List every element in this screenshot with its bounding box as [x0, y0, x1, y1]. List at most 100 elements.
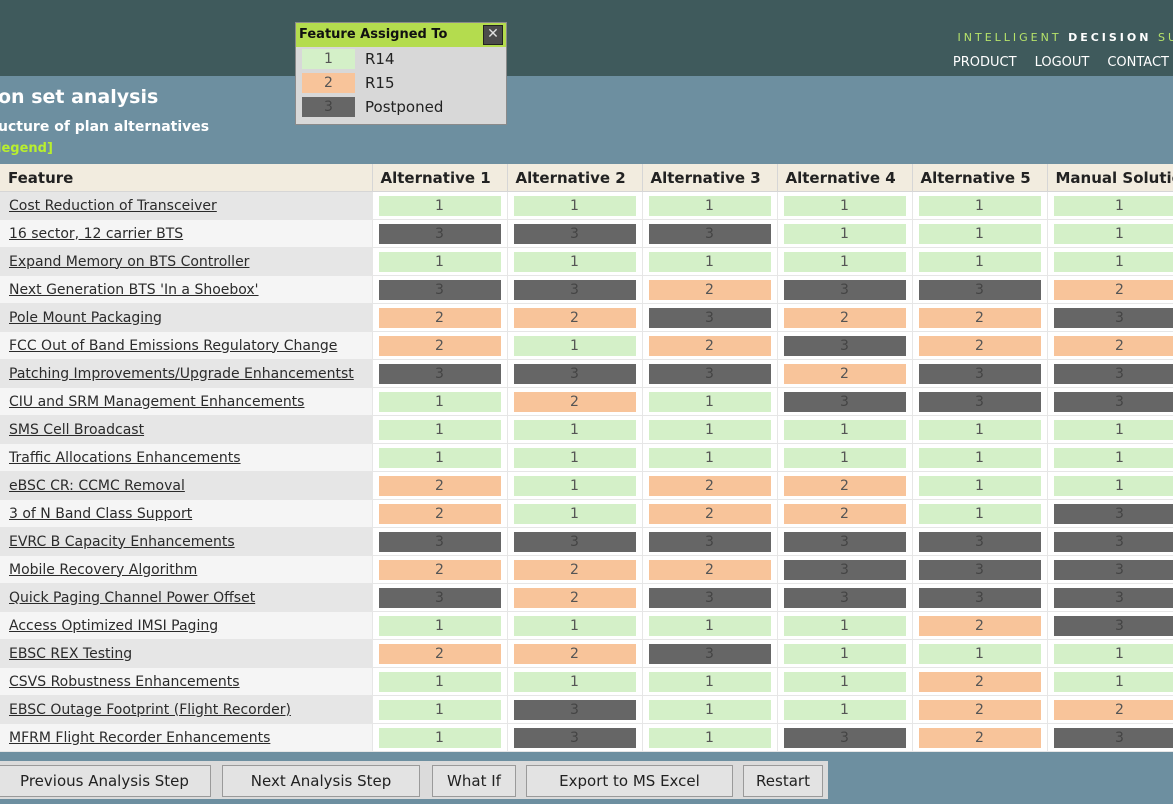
assignment-value[interactable]: 3	[648, 531, 771, 552]
assignment-value[interactable]: 1	[918, 447, 1041, 468]
assignment-value[interactable]: 2	[378, 559, 501, 580]
assignment-value[interactable]: 3	[918, 559, 1041, 580]
assignment-value[interactable]: 2	[918, 671, 1041, 692]
nav-contact-link[interactable]: CONTACT	[1107, 55, 1169, 70]
assignment-value[interactable]: 1	[648, 391, 771, 412]
assignment-value[interactable]: 3	[648, 307, 771, 328]
assignment-value[interactable]: 3	[513, 279, 636, 300]
assignment-value[interactable]: 1	[1053, 223, 1173, 244]
assignment-value[interactable]: 1	[513, 615, 636, 636]
assignment-value[interactable]: 3	[1053, 363, 1173, 384]
assignment-value[interactable]: 3	[1053, 727, 1173, 748]
feature-link[interactable]: SMS Cell Broadcast	[9, 422, 144, 438]
assignment-value[interactable]: 2	[648, 503, 771, 524]
assignment-value[interactable]: 3	[783, 587, 906, 608]
assignment-value[interactable]: 2	[648, 475, 771, 496]
feature-link[interactable]: Cost Reduction of Transceiver	[9, 198, 217, 214]
assignment-value[interactable]: 2	[378, 307, 501, 328]
assignment-value[interactable]: 1	[918, 643, 1041, 664]
assignment-value[interactable]: 1	[513, 335, 636, 356]
assignment-value[interactable]: 1	[783, 699, 906, 720]
assignment-value[interactable]: 1	[513, 447, 636, 468]
assignment-value[interactable]: 2	[513, 559, 636, 580]
legend-link[interactable]: legend]	[0, 141, 53, 156]
feature-link[interactable]: FCC Out of Band Emissions Regulatory Cha…	[9, 338, 337, 354]
assignment-value[interactable]: 1	[513, 671, 636, 692]
assignment-value[interactable]: 3	[513, 223, 636, 244]
assignment-value[interactable]: 1	[378, 251, 501, 272]
assignment-value[interactable]: 3	[783, 335, 906, 356]
assignment-value[interactable]: 3	[783, 531, 906, 552]
assignment-value[interactable]: 2	[513, 391, 636, 412]
assignment-value[interactable]: 3	[513, 727, 636, 748]
assignment-value[interactable]: 3	[918, 391, 1041, 412]
assignment-value[interactable]: 1	[648, 195, 771, 216]
assignment-value[interactable]: 3	[648, 363, 771, 384]
assignment-value[interactable]: 2	[378, 503, 501, 524]
assignment-value[interactable]: 3	[918, 363, 1041, 384]
feature-link[interactable]: eBSC CR: CCMC Removal	[9, 478, 185, 494]
assignment-value[interactable]: 1	[783, 615, 906, 636]
assignment-value[interactable]: 3	[1053, 531, 1173, 552]
assignment-value[interactable]: 2	[513, 307, 636, 328]
assignment-value[interactable]: 2	[648, 279, 771, 300]
assignment-value[interactable]: 1	[378, 727, 501, 748]
assignment-value[interactable]: 3	[783, 279, 906, 300]
assignment-value[interactable]: 3	[783, 391, 906, 412]
assignment-value[interactable]: 3	[378, 363, 501, 384]
legend-popup-header[interactable]: Feature Assigned To ✕	[296, 23, 506, 47]
feature-link[interactable]: Quick Paging Channel Power Offset	[9, 590, 255, 606]
assignment-value[interactable]: 1	[648, 419, 771, 440]
assignment-value[interactable]: 1	[1053, 195, 1173, 216]
assignment-value[interactable]: 1	[513, 195, 636, 216]
assignment-value[interactable]: 2	[783, 475, 906, 496]
assignment-value[interactable]: 3	[1053, 615, 1173, 636]
assignment-value[interactable]: 1	[918, 503, 1041, 524]
feature-link[interactable]: CIU and SRM Management Enhancements	[9, 394, 304, 410]
assignment-value[interactable]: 2	[918, 699, 1041, 720]
feature-link[interactable]: 16 sector, 12 carrier BTS	[9, 226, 183, 242]
assignment-value[interactable]: 1	[378, 699, 501, 720]
assignment-value[interactable]: 3	[918, 587, 1041, 608]
assignment-value[interactable]: 3	[1053, 503, 1173, 524]
assignment-value[interactable]: 3	[513, 531, 636, 552]
assignment-value[interactable]: 3	[648, 643, 771, 664]
assignment-value[interactable]: 2	[648, 559, 771, 580]
assignment-value[interactable]: 1	[783, 419, 906, 440]
assignment-value[interactable]: 1	[513, 503, 636, 524]
assignment-value[interactable]: 1	[1053, 671, 1173, 692]
assignment-value[interactable]: 2	[783, 307, 906, 328]
assignment-value[interactable]: 1	[1053, 447, 1173, 468]
assignment-value[interactable]: 1	[918, 195, 1041, 216]
assignment-value[interactable]: 1	[783, 671, 906, 692]
assignment-value[interactable]: 2	[378, 643, 501, 664]
assignment-value[interactable]: 1	[648, 699, 771, 720]
assignment-value[interactable]: 1	[648, 671, 771, 692]
feature-link[interactable]: MFRM Flight Recorder Enhancements	[9, 730, 270, 746]
previous-analysis-step-button[interactable]: Previous Analysis Step	[0, 765, 211, 797]
feature-link[interactable]: Access Optimized IMSI Paging	[9, 618, 218, 634]
feature-link[interactable]: Next Generation BTS 'In a Shoebox'	[9, 282, 259, 298]
feature-link[interactable]: EBSC REX Testing	[9, 646, 132, 662]
feature-link[interactable]: Traffic Allocations Enhancements	[9, 450, 241, 466]
what-if-button[interactable]: What If	[432, 765, 516, 797]
assignment-value[interactable]: 3	[378, 223, 501, 244]
feature-link[interactable]: Expand Memory on BTS Controller	[9, 254, 249, 270]
assignment-value[interactable]: 2	[918, 615, 1041, 636]
assignment-value[interactable]: 1	[783, 643, 906, 664]
assignment-value[interactable]: 3	[1053, 559, 1173, 580]
assignment-value[interactable]: 1	[918, 419, 1041, 440]
assignment-value[interactable]: 3	[378, 531, 501, 552]
assignment-value[interactable]: 2	[1053, 279, 1173, 300]
assignment-value[interactable]: 1	[513, 475, 636, 496]
assignment-value[interactable]: 2	[1053, 699, 1173, 720]
assignment-value[interactable]: 1	[1053, 251, 1173, 272]
feature-link[interactable]: EVRC B Capacity Enhancements	[9, 534, 235, 550]
assignment-value[interactable]: 1	[918, 223, 1041, 244]
assignment-value[interactable]: 1	[648, 615, 771, 636]
assignment-value[interactable]: 1	[918, 475, 1041, 496]
assignment-value[interactable]: 1	[1053, 643, 1173, 664]
feature-link[interactable]: EBSC Outage Footprint (Flight Recorder)	[9, 702, 291, 718]
assignment-value[interactable]: 1	[783, 195, 906, 216]
assignment-value[interactable]: 1	[1053, 475, 1173, 496]
